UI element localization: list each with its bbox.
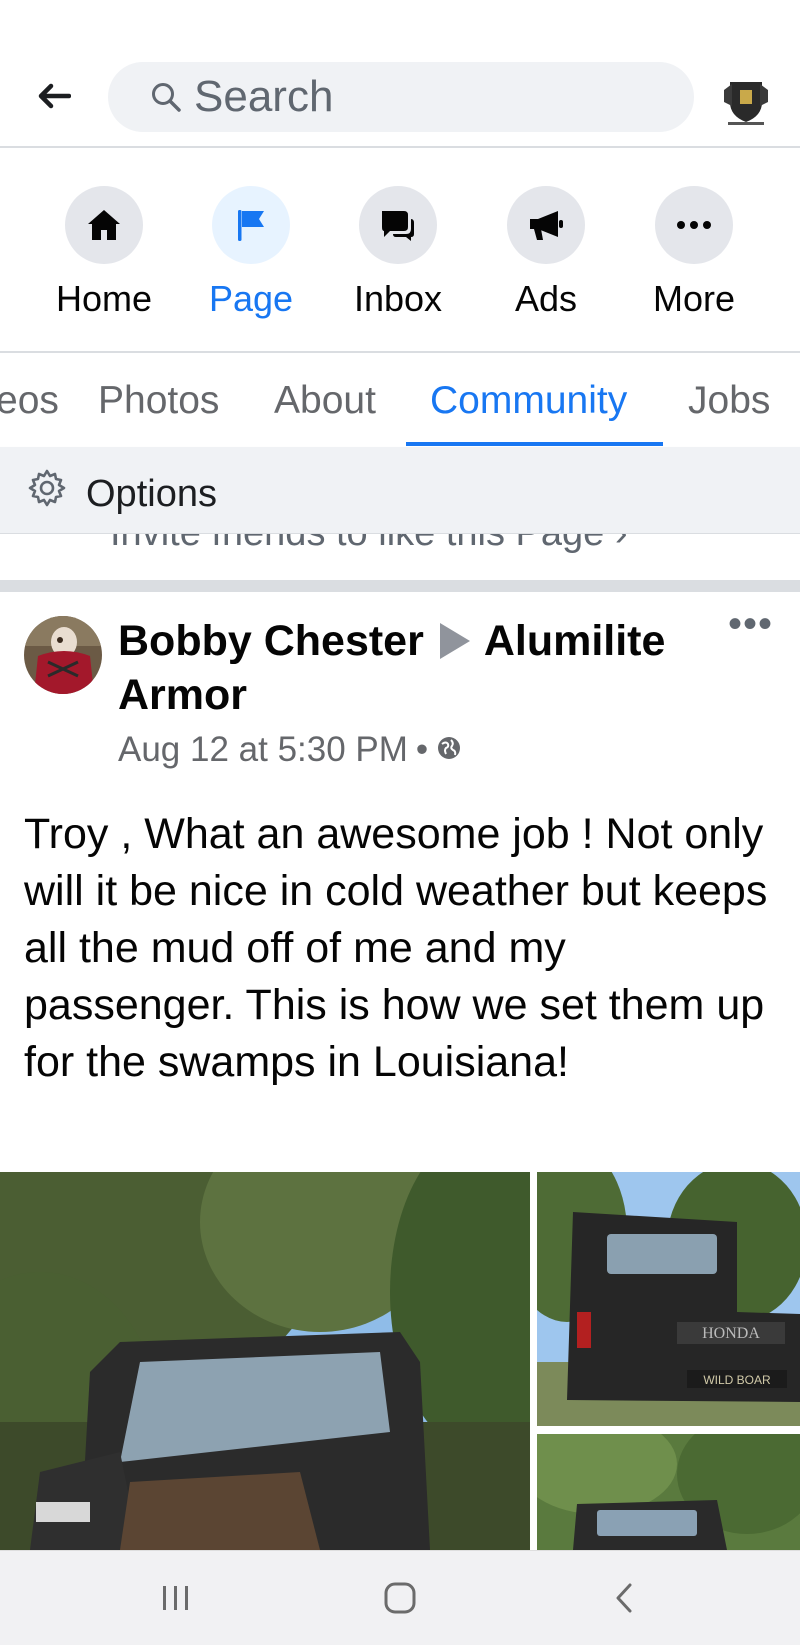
search-placeholder: Search xyxy=(194,72,334,121)
shared-to-arrow-icon xyxy=(439,623,470,659)
post-header: Bobby Chester Alumilite Armor xyxy=(118,614,718,722)
flag-icon xyxy=(212,186,290,264)
back-arrow-icon[interactable] xyxy=(28,70,80,122)
nav-page-label: Page xyxy=(208,278,294,319)
post-photo-bottom-right[interactable] xyxy=(537,1434,800,1550)
search-icon xyxy=(146,77,186,117)
system-back-icon[interactable] xyxy=(594,1573,654,1623)
globe-icon xyxy=(436,730,462,770)
megaphone-icon xyxy=(507,186,585,264)
page-profile-logo[interactable] xyxy=(716,70,776,130)
invite-friends-label: Invite friends to like this Page › xyxy=(110,534,627,555)
nav-home-button[interactable]: Home xyxy=(30,186,178,326)
tab-jobs[interactable]: Jobs xyxy=(688,379,770,423)
active-tab-indicator xyxy=(406,442,663,446)
more-dots-icon xyxy=(655,186,733,264)
nav-inbox-label: Inbox xyxy=(353,278,443,319)
search-input[interactable]: Search xyxy=(108,62,694,132)
bumper-plate-text: WILD BOAR xyxy=(703,1373,771,1387)
tab-photos[interactable]: Photos xyxy=(98,379,219,423)
nav-page-button[interactable]: Page xyxy=(177,186,325,326)
avatar[interactable] xyxy=(24,616,102,694)
honda-tailgate-text: HONDA xyxy=(702,1325,760,1342)
chat-icon xyxy=(359,186,437,264)
post-options-button[interactable]: ••• xyxy=(728,604,772,652)
page-nav-row: Home Page Inbox Ads More xyxy=(0,148,800,353)
options-label: Options xyxy=(86,473,217,515)
post-timestamp[interactable]: Aug 12 at 5:30 PM xyxy=(118,730,408,770)
gear-icon xyxy=(26,467,68,509)
options-bar[interactable]: Options xyxy=(0,447,800,534)
nav-more-label: More xyxy=(652,278,736,319)
top-bar: Search xyxy=(0,0,800,148)
tab-videos[interactable]: eos xyxy=(0,379,59,423)
post-meta: Aug 12 at 5:30 PM • xyxy=(118,730,462,770)
post-photo-main[interactable] xyxy=(0,1172,530,1550)
recent-apps-icon[interactable] xyxy=(146,1573,206,1623)
post-photo-top-right[interactable]: HONDA WILD BOAR xyxy=(537,1172,800,1426)
nav-ads-button[interactable]: Ads xyxy=(472,186,620,326)
post-body: Troy , What an awesome job ! Not only wi… xyxy=(24,810,768,1086)
tab-about[interactable]: About xyxy=(274,379,376,423)
system-nav-bar xyxy=(0,1550,800,1645)
page-tabs: eos Photos About Community Jobs xyxy=(0,353,800,447)
nav-inbox-button[interactable]: Inbox xyxy=(324,186,472,326)
nav-ads-label: Ads xyxy=(514,278,578,319)
home-screen-icon[interactable] xyxy=(370,1573,430,1623)
section-divider xyxy=(0,580,800,592)
post-author[interactable]: Bobby Chester xyxy=(118,617,424,665)
tab-community[interactable]: Community xyxy=(430,379,627,423)
invite-friends-row[interactable]: Invite friends to like this Page › xyxy=(0,534,800,560)
nav-more-button[interactable]: More xyxy=(620,186,768,326)
nav-home-label: Home xyxy=(55,278,153,319)
meta-separator: • xyxy=(415,730,429,769)
home-icon xyxy=(65,186,143,264)
